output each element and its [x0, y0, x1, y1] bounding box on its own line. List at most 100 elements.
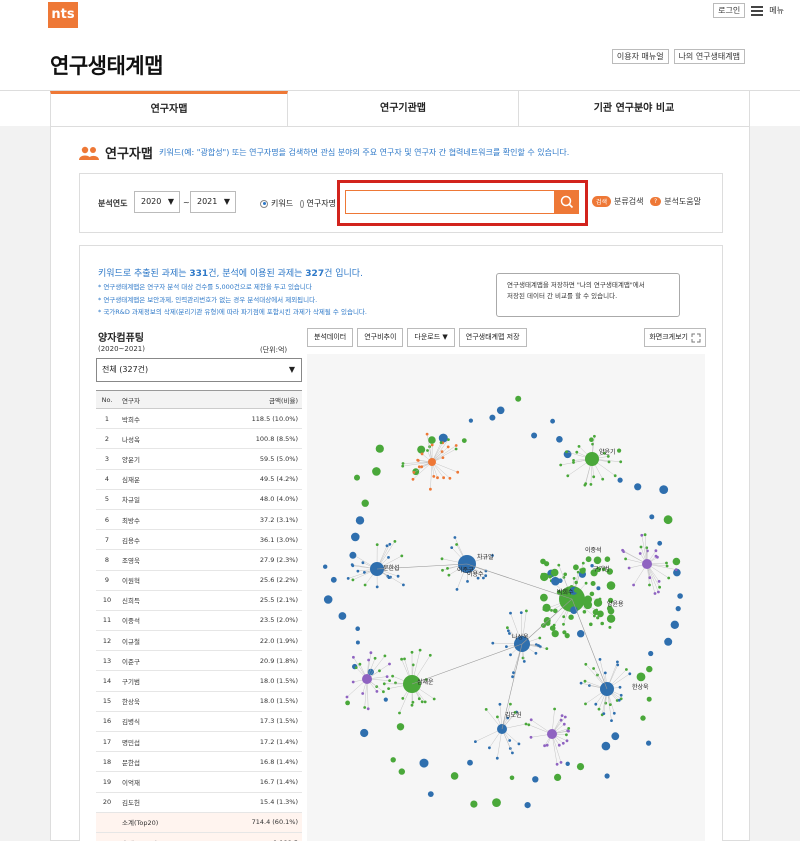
network-node: [410, 703, 414, 707]
table-row[interactable]: 3 양윤기 59.5 (5.0%): [96, 448, 302, 470]
table-row[interactable]: 2 나성옥 100.8 (8.5%): [96, 428, 302, 450]
search-button[interactable]: [555, 190, 579, 214]
table-row[interactable]: 10 신희득 25.5 (2.1%): [96, 590, 302, 611]
network-node: [410, 650, 414, 654]
table-row[interactable]: 13 이준구 20.9 (1.8%): [96, 650, 302, 672]
subtotal-label: 소계(Top20): [118, 812, 202, 833]
network-node: [625, 668, 628, 671]
researcher-name[interactable]: 신희득: [118, 590, 202, 611]
network-node: [607, 607, 615, 615]
network-node: [420, 465, 424, 469]
network-node: [573, 587, 579, 593]
network-node: [588, 684, 591, 687]
network-researcher-label: 문한섭: [383, 564, 400, 572]
save-map-button[interactable]: 연구생태계맵 저장: [458, 328, 527, 347]
network-node: [387, 576, 391, 579]
radio-researcher[interactable]: 연구자명: [300, 198, 336, 209]
researcher-name[interactable]: 김용수: [118, 529, 202, 551]
network-hub-node: [585, 452, 599, 466]
network-node: [495, 756, 499, 760]
funding-trend-button[interactable]: 연구비추이: [357, 328, 404, 347]
network-node: [667, 576, 671, 580]
table-row[interactable]: 7 김용수 36.1 (3.0%): [96, 529, 302, 551]
table-row[interactable]: 8 조영욱 27.9 (2.3%): [96, 549, 302, 571]
rank-no: 9: [96, 570, 118, 591]
table-row[interactable]: 17 명민섭 17.2 (1.4%): [96, 731, 302, 753]
table-row[interactable]: 15 한상욱 18.0 (1.5%): [96, 691, 302, 712]
radio-selected-icon[interactable]: [260, 199, 268, 208]
fullscreen-button[interactable]: 화면크게보기: [644, 328, 706, 347]
tab-researcher-map[interactable]: 연구자맵: [50, 91, 288, 127]
year-to-select[interactable]: 2021 ▼: [190, 191, 236, 213]
researcher-name[interactable]: 이원혁: [118, 570, 202, 591]
network-node: [604, 556, 611, 562]
researcher-name[interactable]: 김병식: [118, 711, 202, 733]
table-row[interactable]: 20 김도헌 15.4 (1.3%): [96, 792, 302, 813]
researcher-name[interactable]: 조영욱: [118, 549, 202, 571]
researcher-name[interactable]: 심재운: [118, 469, 202, 490]
network-node: [602, 712, 606, 715]
network-node: [579, 567, 586, 574]
login-button[interactable]: 로그인: [713, 3, 746, 18]
network-node: [396, 574, 400, 578]
total-label: 총계 (327건): [118, 832, 202, 841]
network-node: [351, 532, 360, 542]
user-manual-button[interactable]: 이용자 매뉴얼: [611, 49, 669, 64]
table-row[interactable]: 11 이중석 23.5 (2.0%): [96, 610, 302, 632]
table-row[interactable]: 14 구기범 18.0 (1.5%): [96, 670, 302, 692]
researcher-name[interactable]: 이억재: [118, 771, 202, 793]
researcher-name[interactable]: 한상욱: [118, 691, 202, 712]
table-row[interactable]: 19 이억재 16.7 (1.4%): [96, 771, 302, 793]
researcher-name[interactable]: 문한섭: [118, 751, 202, 773]
network-node: [657, 540, 663, 546]
my-map-button[interactable]: 나의 연구생태계맵: [673, 49, 745, 64]
menu-label[interactable]: 메뉴: [769, 5, 784, 16]
table-row[interactable]: 6 최방수 37.2 (3.1%): [96, 509, 302, 531]
network-node: [537, 644, 540, 647]
network-node: [383, 697, 388, 702]
researcher-name[interactable]: 이준구: [118, 650, 202, 672]
network-node: [665, 561, 668, 565]
table-row[interactable]: 16 김병식 17.3 (1.5%): [96, 711, 302, 733]
researcher-name[interactable]: 차규일: [118, 489, 202, 510]
network-node: [426, 449, 429, 452]
search-input[interactable]: [345, 190, 555, 214]
chevron-down-icon: ▼: [288, 365, 295, 374]
download-dropdown[interactable]: 다운로드 ▼: [407, 328, 455, 347]
researcher-amount: 23.5 (2.0%): [201, 610, 302, 632]
table-row[interactable]: 5 차규일 48.0 (4.0%): [96, 489, 302, 510]
researcher-name[interactable]: 이중석: [118, 610, 202, 632]
tab-institution-map[interactable]: 연구기관맵: [288, 91, 519, 127]
hamburger-menu-icon[interactable]: [751, 5, 764, 16]
network-node: [550, 418, 555, 424]
tab-institution-compare[interactable]: 기관 연구분야 비교: [519, 91, 750, 127]
analysis-data-button[interactable]: 분석데이터: [307, 328, 354, 347]
radio-unselected-icon[interactable]: [300, 199, 304, 208]
researcher-name[interactable]: 이규철: [118, 630, 202, 652]
network-node: [411, 663, 415, 667]
table-row[interactable]: 12 이규철 22.0 (1.9%): [96, 630, 302, 652]
table-row[interactable]: 1 박희수 118.5 (10.0%): [96, 408, 302, 430]
researcher-name[interactable]: 명민섭: [118, 731, 202, 753]
researcher-name[interactable]: 김도헌: [118, 792, 202, 813]
researcher-name[interactable]: 나성옥: [118, 428, 202, 450]
radio-keyword[interactable]: 키워드: [260, 198, 293, 209]
network-node: [636, 672, 646, 682]
table-row[interactable]: 4 심재운 49.5 (4.2%): [96, 469, 302, 490]
researcher-name[interactable]: 양윤기: [118, 448, 202, 470]
analysis-help-link[interactable]: ? 분석도움말: [650, 196, 701, 207]
network-node: [529, 718, 533, 722]
network-map[interactable]: 양윤기 이중석 구기범 박희수 차규일 문한섭 이용수 양윤용 한상욱 김도헌 심재운 나성옥 이준구: [307, 354, 705, 841]
year-from-select[interactable]: 2020 ▼: [134, 191, 180, 213]
researcher-name[interactable]: 최방수: [118, 509, 202, 531]
researcher-name[interactable]: 구기범: [118, 670, 202, 692]
table-row[interactable]: 9 이원혁 25.6 (2.2%): [96, 570, 302, 591]
radio-keyword-label: 키워드: [271, 199, 294, 208]
researcher-name[interactable]: 박희수: [118, 408, 202, 430]
site-logo[interactable]: nts: [48, 2, 78, 28]
network-node: [659, 485, 669, 494]
project-filter-select[interactable]: 전체 (327건) ▼: [96, 358, 302, 382]
table-row[interactable]: 18 문한섭 16.8 (1.4%): [96, 751, 302, 773]
category-search-link[interactable]: 검색 분류검색: [592, 196, 644, 207]
network-graph[interactable]: 양윤기이중석구기범박희수차규일문한섭이용수양윤용한상욱김도헌심재운나성옥이준구: [307, 354, 705, 841]
